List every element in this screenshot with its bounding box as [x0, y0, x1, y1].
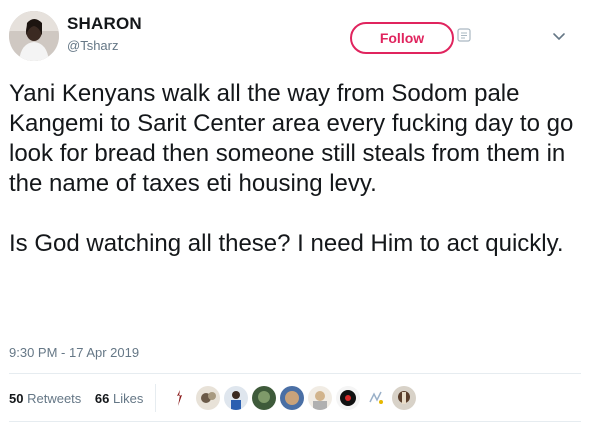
liker-avatar[interactable]	[308, 386, 332, 410]
liker-avatars	[168, 386, 428, 410]
liker-avatar[interactable]	[252, 386, 276, 410]
divider	[155, 384, 156, 412]
retweets-label: Retweets	[27, 391, 82, 406]
liker-avatar[interactable]	[392, 386, 416, 410]
follow-button[interactable]: Follow	[350, 22, 454, 54]
liker-avatar[interactable]	[280, 386, 304, 410]
tweet-paragraph: Is God watching all these? I need Him to…	[9, 230, 564, 257]
liker-avatar[interactable]	[364, 386, 388, 410]
retweets-count: 50	[9, 391, 24, 406]
liker-avatar[interactable]	[196, 386, 220, 410]
tweet-timestamp[interactable]: 9:30 PM - 17 Apr 2019	[9, 345, 139, 360]
chevron-down-icon[interactable]	[552, 32, 566, 42]
tweet-text: Yani Kenyans walk all the way from Sodom…	[9, 79, 584, 259]
likes-stat[interactable]: 66 Likes	[95, 391, 143, 406]
likes-count: 66	[94, 391, 110, 406]
divider	[9, 373, 581, 374]
avatar[interactable]	[9, 11, 59, 61]
divider	[9, 421, 581, 422]
notification-icon	[457, 28, 471, 42]
tweet-card: SHARON @Tsharz Follow Yani Kenyans walk …	[0, 0, 590, 431]
likes-label: Likes	[113, 391, 144, 406]
tweet-stats: 50 Retweets 66 Likes	[9, 391, 143, 406]
tweet-paragraph: Yani Kenyans walk all the way from Sodom…	[9, 80, 574, 197]
display-name[interactable]: SHARON	[67, 14, 142, 34]
user-handle[interactable]: @Tsharz	[67, 38, 119, 53]
liker-avatar[interactable]	[224, 386, 248, 410]
liker-avatar[interactable]	[336, 386, 360, 410]
liker-avatar[interactable]	[168, 386, 192, 410]
retweets-stat[interactable]: 50 Retweets	[9, 391, 81, 406]
